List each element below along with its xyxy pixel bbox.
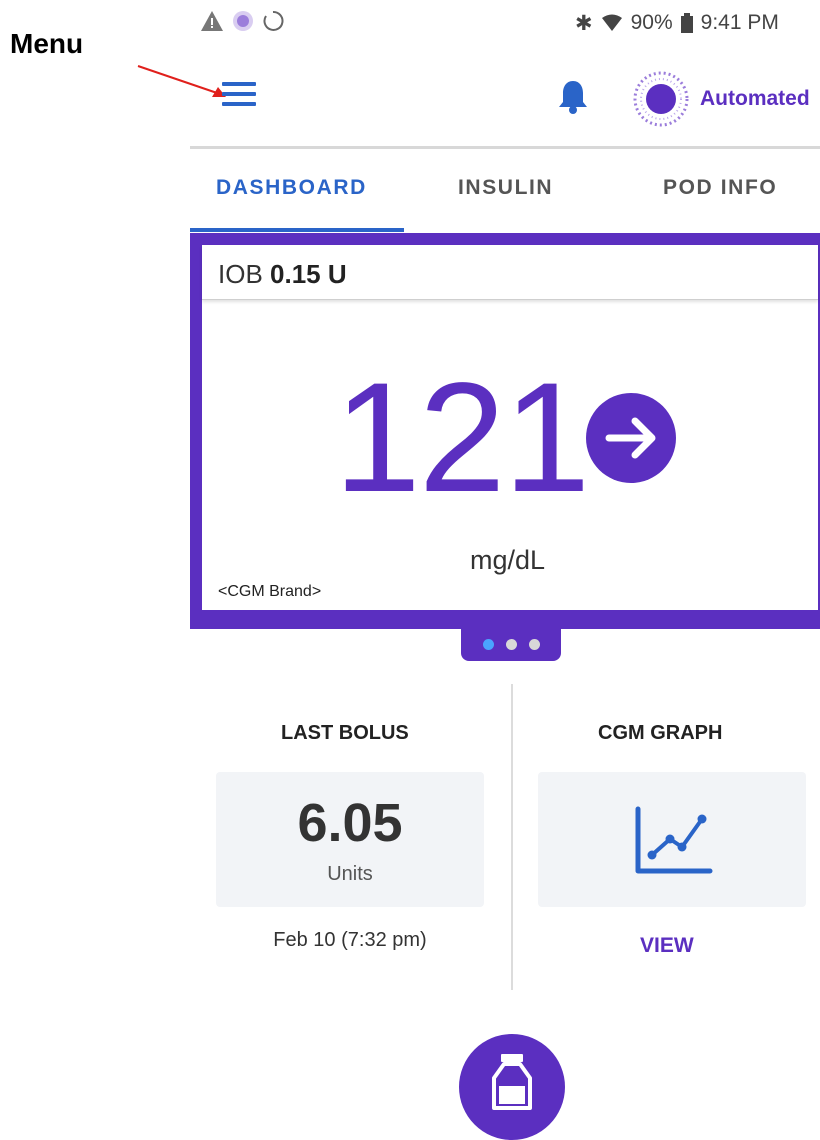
- glucose-reading: 121: [334, 351, 590, 525]
- page-dot-2[interactable]: [505, 638, 517, 650]
- cgm-brand-label: <CGM Brand>: [218, 583, 322, 600]
- sync-circle-icon: [263, 10, 284, 31]
- widget-divider: [511, 684, 513, 990]
- last-bolus-units: Units: [327, 863, 373, 885]
- trend-arrow-icon: [586, 393, 676, 483]
- cgm-graph-view-link[interactable]: VIEW: [640, 934, 694, 958]
- tab-pod-info[interactable]: POD INFO: [663, 176, 777, 200]
- tab-insulin[interactable]: INSULIN: [458, 176, 553, 200]
- bluetooth-icon: ✱: [575, 11, 593, 35]
- last-bolus-date: Feb 10 (7:32 pm): [273, 929, 427, 951]
- glucose-units: mg/dL: [470, 545, 546, 575]
- card-pagination[interactable]: [461, 627, 561, 661]
- battery-level: 90%: [630, 11, 673, 34]
- insulin-vial-icon: [492, 1054, 532, 1110]
- clock: 9:41 PM: [700, 11, 779, 34]
- page-dot-3[interactable]: [528, 638, 540, 650]
- page-dot-1[interactable]: [482, 638, 494, 650]
- header-divider: [190, 146, 820, 149]
- status-bar-left: [200, 6, 284, 36]
- menu-annotation-label: Menu: [10, 28, 84, 59]
- status-bar-right: ✱ 90% 9:41 PM: [575, 8, 779, 38]
- automated-mode-indicator[interactable]: Automated: [632, 70, 810, 128]
- last-bolus-value: 6.05: [297, 793, 403, 853]
- mode-label: Automated: [700, 87, 810, 110]
- line-chart-icon: [635, 806, 713, 874]
- last-bolus-title: LAST BOLUS: [281, 722, 409, 744]
- automated-mode-icon: [633, 71, 689, 127]
- bell-icon[interactable]: [556, 78, 590, 116]
- iob-label: IOB: [218, 259, 263, 289]
- warning-triangle-icon: [201, 11, 223, 31]
- tab-dashboard[interactable]: DASHBOARD: [216, 176, 367, 200]
- iob-value: 0.15 U: [270, 259, 347, 289]
- cgm-graph-title: CGM GRAPH: [598, 722, 723, 744]
- hamburger-icon[interactable]: [222, 82, 256, 110]
- wifi-icon: [601, 14, 622, 31]
- purple-dot-icon: [233, 11, 253, 31]
- active-tab-indicator: [190, 228, 404, 232]
- battery-icon: [680, 13, 693, 33]
- iob-display: IOB 0.15 U: [218, 259, 347, 290]
